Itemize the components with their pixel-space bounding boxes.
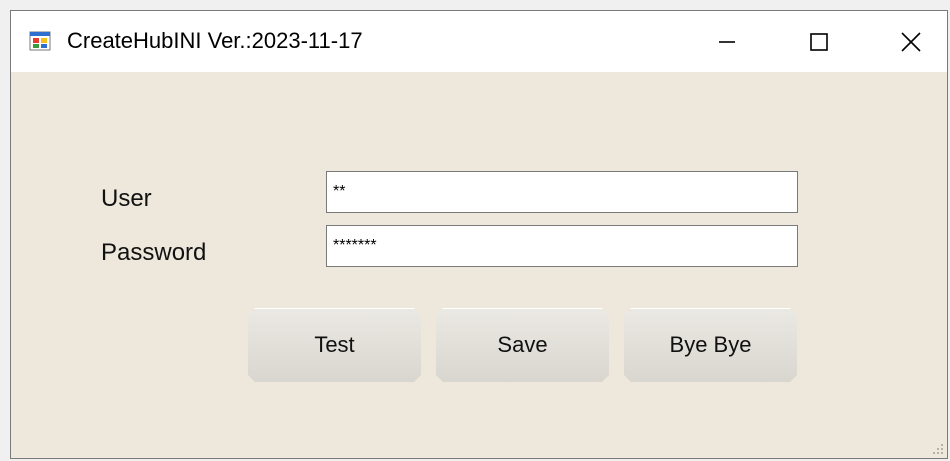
password-label: Password	[101, 239, 207, 266]
maximize-button[interactable]	[773, 11, 865, 72]
user-label: User	[101, 185, 152, 212]
app-form-icon[interactable]	[29, 31, 51, 51]
password-field[interactable]	[326, 225, 798, 267]
user-field[interactable]	[326, 171, 798, 213]
title-bar[interactable]: CreateHubINI Ver.:2023-11-17	[11, 11, 947, 72]
close-icon	[901, 31, 921, 52]
maximize-icon	[810, 32, 828, 51]
bye-bye-button[interactable]: Bye Bye	[624, 308, 797, 382]
window-title: CreateHubINI Ver.:2023-11-17	[67, 28, 363, 53]
minimize-button[interactable]	[681, 11, 773, 72]
app-window: CreateHubINI Ver.:2023-11-17 User Passwo…	[10, 10, 948, 459]
minimize-icon	[719, 40, 735, 43]
close-button[interactable]	[865, 11, 950, 72]
test-button[interactable]: Test	[248, 308, 421, 382]
resize-grip-icon[interactable]	[931, 442, 945, 456]
save-button[interactable]: Save	[436, 308, 609, 382]
